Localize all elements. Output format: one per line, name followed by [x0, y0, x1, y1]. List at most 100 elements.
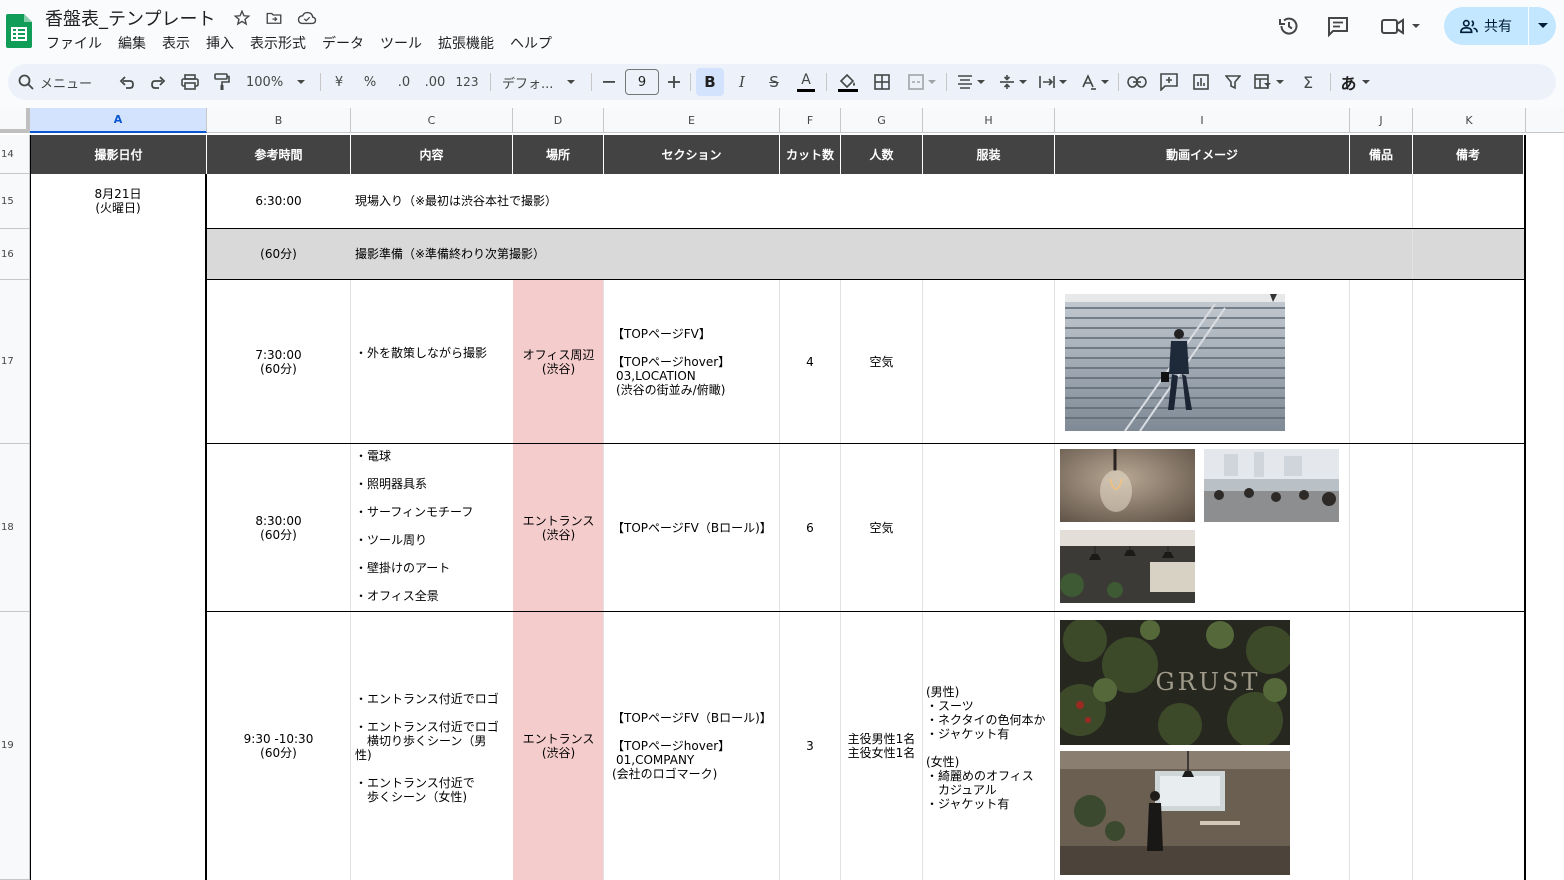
filter-icon[interactable]	[1222, 64, 1244, 100]
office-overview-image[interactable]	[1204, 449, 1339, 522]
row-header-16[interactable]: 16	[0, 229, 30, 280]
logo-wall-image[interactable]: GRUST	[1060, 620, 1290, 745]
header-reference-time[interactable]: 参考時間	[207, 135, 351, 174]
header-video-image[interactable]: 動画イメージ	[1055, 135, 1350, 174]
menu-edit[interactable]: 編集	[118, 33, 154, 53]
r19-people[interactable]: 主役男性1名 主役女性1名	[841, 612, 922, 880]
vertical-align-icon[interactable]	[996, 64, 1030, 100]
horizontal-align-icon[interactable]	[954, 64, 988, 100]
menu-help[interactable]: ヘルプ	[510, 33, 560, 53]
menu-extensions[interactable]: 拡張機能	[438, 33, 502, 53]
font-size-increase-icon[interactable]	[667, 64, 681, 100]
column-header-e[interactable]: E	[604, 108, 780, 133]
select-all-corner[interactable]	[0, 108, 30, 133]
stairs-walking-image[interactable]	[1065, 294, 1285, 431]
menu-view[interactable]: 表示	[162, 33, 198, 53]
r18-content[interactable]: ・電球 ・照明器具系 ・サーフィンモチーフ ・ツール周り ・壁掛けのアート ・オ…	[355, 442, 513, 610]
italic-button[interactable]: I	[732, 64, 752, 100]
column-header-d[interactable]: D	[513, 108, 604, 133]
r15-content[interactable]: 現場入り（※最初は渋谷本社で撮影）	[351, 174, 1051, 228]
column-header-f[interactable]: F	[780, 108, 841, 133]
meet-icon[interactable]	[1379, 12, 1425, 40]
merge-cells-icon[interactable]	[904, 64, 940, 100]
functions-icon[interactable]: Σ	[1298, 64, 1318, 100]
entrance-woman-image[interactable]	[1060, 751, 1290, 875]
comments-icon[interactable]	[1324, 12, 1352, 40]
number-format[interactable]: 123	[456, 64, 479, 100]
menu-file[interactable]: ファイル	[46, 33, 110, 53]
menu-tools[interactable]: ツール	[380, 33, 430, 53]
strikethrough-button[interactable]: S	[764, 64, 784, 100]
zoom-select[interactable]: 100%	[246, 64, 306, 100]
filter-views-icon[interactable]	[1252, 64, 1286, 100]
r18-cuts[interactable]: 6	[780, 444, 840, 611]
increase-decimal[interactable]: .00	[422, 64, 448, 100]
row-header-17[interactable]: 17	[0, 280, 30, 444]
undo-icon[interactable]	[117, 64, 137, 100]
r19-time[interactable]: 9:30 -10:30 (60分)	[207, 612, 350, 880]
insert-chart-icon[interactable]	[1190, 64, 1212, 100]
search-menus[interactable]: メニュー	[18, 64, 92, 100]
column-header-i[interactable]: I	[1055, 108, 1350, 133]
text-rotation-icon[interactable]	[1078, 64, 1112, 100]
borders-icon[interactable]	[872, 64, 892, 100]
star-icon[interactable]	[232, 8, 252, 28]
r19-cuts[interactable]: 3	[780, 612, 840, 880]
text-wrap-icon[interactable]	[1036, 64, 1070, 100]
redo-icon[interactable]	[148, 64, 168, 100]
column-header-g[interactable]: G	[841, 108, 923, 133]
currency-format[interactable]: ¥	[332, 64, 346, 100]
r19-place[interactable]: エントランス (渋谷)	[513, 612, 604, 880]
share-dropdown-icon[interactable]	[1529, 7, 1556, 45]
share-button[interactable]: 共有	[1444, 7, 1556, 45]
header-costume[interactable]: 服装	[923, 135, 1055, 174]
r16-content[interactable]: 撮影準備（※準備終わり次第撮影）	[351, 229, 1051, 279]
font-select[interactable]: デフォ...	[502, 64, 576, 100]
spreadsheet-grid[interactable]: A B C D E F G H I J K 14 15 16 17 18 19 …	[0, 108, 1564, 880]
column-header-c[interactable]: C	[351, 108, 513, 133]
font-size-decrease-icon[interactable]	[602, 64, 616, 100]
light-bulb-image[interactable]	[1060, 449, 1195, 522]
decrease-decimal[interactable]: .0	[392, 64, 416, 100]
r18-place[interactable]: エントランス (渋谷)	[513, 444, 604, 611]
font-size-input[interactable]: 9	[625, 69, 659, 95]
r17-section[interactable]: 【TOPページFV】 【TOPページhover】 03,LOCATION (渋谷…	[608, 280, 780, 443]
r18-section[interactable]: 【TOPページFV（Bロール)】	[608, 444, 780, 611]
menu-insert[interactable]: 挿入	[206, 33, 242, 53]
version-history-icon[interactable]	[1275, 12, 1303, 40]
shoot-date-cell[interactable]: 8月21日 (火曜日)	[31, 184, 205, 218]
cloud-saved-icon[interactable]	[297, 8, 317, 28]
r19-content[interactable]: ・エントランス付近でロゴ ・エントランス付近でロゴ 横切り歩くシーン（男 性) …	[355, 692, 513, 812]
column-header-j[interactable]: J	[1350, 108, 1413, 133]
move-folder-icon[interactable]	[264, 8, 284, 28]
r18-people[interactable]: 空気	[841, 444, 922, 611]
header-place[interactable]: 場所	[513, 135, 604, 174]
paint-format-icon[interactable]	[212, 64, 232, 100]
r19-costume[interactable]: (男性) ・スーツ ・ネクタイの色何本か ・ジャケット有 (女性) ・綺麗めのオ…	[926, 685, 1054, 815]
header-equipment[interactable]: 備品	[1350, 135, 1413, 174]
header-shoot-date[interactable]: 撮影日付	[31, 135, 207, 174]
menu-format[interactable]: 表示形式	[250, 33, 314, 53]
sheets-logo-icon[interactable]	[6, 14, 32, 48]
header-section[interactable]: セクション	[604, 135, 780, 174]
insert-comment-icon[interactable]	[1158, 64, 1180, 100]
column-header-b[interactable]: B	[207, 108, 351, 133]
r15-time[interactable]: 6:30:00	[207, 174, 350, 228]
input-tools-button[interactable]: あ	[1338, 64, 1372, 100]
percent-format[interactable]: %	[362, 64, 378, 100]
insert-link-icon[interactable]	[1126, 64, 1148, 100]
column-header-a[interactable]: A	[30, 108, 207, 133]
r16-time[interactable]: (60分)	[207, 229, 350, 279]
r19-section[interactable]: 【TOPページFV（Bロール)】 【TOPページhover】 01,COMPAN…	[608, 612, 780, 880]
print-icon[interactable]	[179, 64, 201, 100]
row-header-18[interactable]: 18	[0, 444, 30, 612]
text-color-button[interactable]: A	[796, 64, 816, 100]
bold-button[interactable]: B	[696, 68, 724, 96]
row-header-14[interactable]: 14	[0, 135, 30, 174]
header-people[interactable]: 人数	[841, 135, 923, 174]
lamps-interior-image[interactable]	[1060, 530, 1195, 603]
r18-time[interactable]: 8:30:00 (60分)	[207, 444, 350, 611]
document-title[interactable]: 香盤表_テンプレート	[45, 5, 215, 31]
r17-content[interactable]: ・外を散策しながら撮影	[351, 346, 513, 366]
header-notes[interactable]: 備考	[1413, 135, 1524, 174]
